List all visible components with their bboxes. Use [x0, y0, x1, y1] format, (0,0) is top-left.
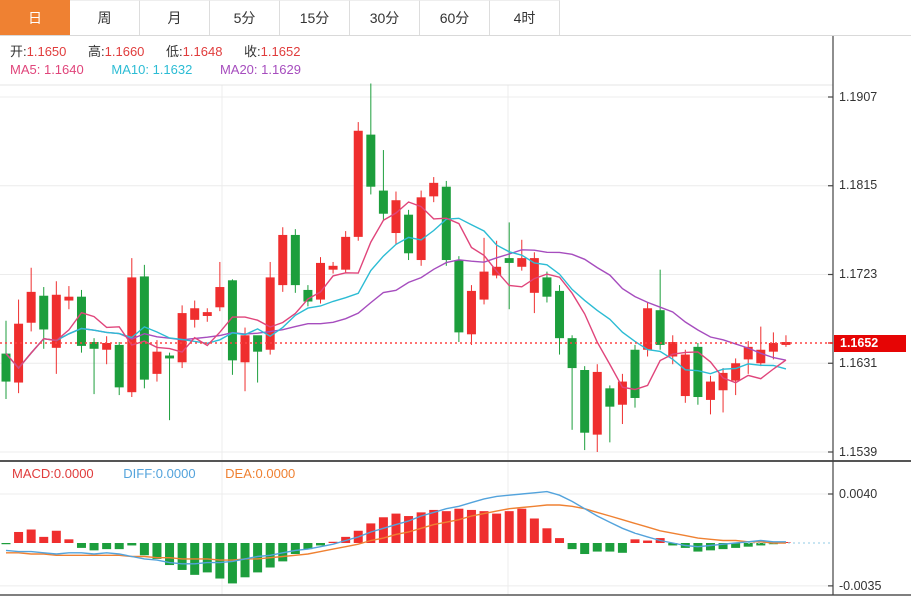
- dea-label: DEA:: [225, 466, 255, 481]
- tab-4hour[interactable]: 4时: [490, 0, 560, 35]
- diff-pair: DIFF:0.0000: [123, 466, 195, 481]
- close-pair: 收:1.1652: [244, 44, 300, 59]
- tab-week[interactable]: 周: [70, 0, 140, 35]
- low-pair: 低:1.1648: [166, 44, 222, 59]
- ma10-pair: MA10: 1.1632: [111, 62, 192, 77]
- high-pair: 高:1.1660: [88, 44, 144, 59]
- y-axis: [828, 36, 833, 595]
- ma10-value: 1.1632: [153, 62, 193, 77]
- tab-month[interactable]: 月: [140, 0, 210, 35]
- macd-label: MACD:: [12, 466, 54, 481]
- price-tick-3: 1.1723: [839, 267, 907, 281]
- macd-tick-1: 0.0040: [839, 487, 907, 501]
- open-value: 1.1650: [27, 44, 67, 59]
- close-label: 收:: [244, 44, 261, 59]
- tab-30min[interactable]: 30分: [350, 0, 420, 35]
- tab-15min[interactable]: 15分: [280, 0, 350, 35]
- interval-tabbar: 日 周 月 5分 15分 30分 60分 4时: [0, 0, 911, 36]
- macd-pair: MACD:0.0000: [12, 466, 94, 481]
- chart-canvas[interactable]: [0, 0, 911, 598]
- ma5-value: 1.1640: [44, 62, 84, 77]
- ma5-label: MA5:: [10, 62, 40, 77]
- price-tick-1: 1.1907: [839, 90, 907, 104]
- macd-value: 0.0000: [54, 466, 94, 481]
- low-label: 低:: [166, 44, 183, 59]
- dea-pair: DEA:0.0000: [225, 466, 295, 481]
- open-label: 开:: [10, 44, 27, 59]
- high-value: 1.1660: [105, 44, 145, 59]
- diff-label: DIFF:: [123, 466, 156, 481]
- tab-day[interactable]: 日: [0, 0, 70, 35]
- candlesticks: [2, 83, 791, 452]
- ma20-value: 1.1629: [261, 62, 301, 77]
- forex-candlestick-chart-app: { "tabs": { "items": [ {"label": "日", "a…: [0, 0, 911, 598]
- ma10-label: MA10:: [111, 62, 149, 77]
- price-tick-2: 1.1815: [839, 178, 907, 192]
- macd-header: MACD:0.0000 DIFF:0.0000 DEA:0.0000: [12, 466, 321, 481]
- ma20-pair: MA20: 1.1629: [220, 62, 301, 77]
- open-pair: 开:1.1650: [10, 44, 66, 59]
- price-tick-5: 1.1539: [839, 445, 907, 459]
- macd-histogram: [2, 509, 791, 584]
- ma-info-line: MA5: 1.1640 MA10: 1.1632 MA20: 1.1629: [10, 62, 325, 77]
- dea-value: 0.0000: [256, 466, 296, 481]
- ma20-label: MA20:: [220, 62, 258, 77]
- low-value: 1.1648: [183, 44, 223, 59]
- macd-tick-2: -0.0035: [839, 579, 907, 593]
- tab-5min[interactable]: 5分: [210, 0, 280, 35]
- ma5-pair: MA5: 1.1640: [10, 62, 84, 77]
- diff-value: 0.0000: [156, 466, 196, 481]
- ohlc-info-line: 开:1.1650 高:1.1660 低:1.1648 收:1.1652: [10, 41, 318, 60]
- tab-60min[interactable]: 60分: [420, 0, 490, 35]
- high-label: 高:: [88, 44, 105, 59]
- close-value: 1.1652: [261, 44, 301, 59]
- price-tick-4: 1.1631: [839, 356, 907, 370]
- last-price-badge: 1.1652: [834, 335, 906, 352]
